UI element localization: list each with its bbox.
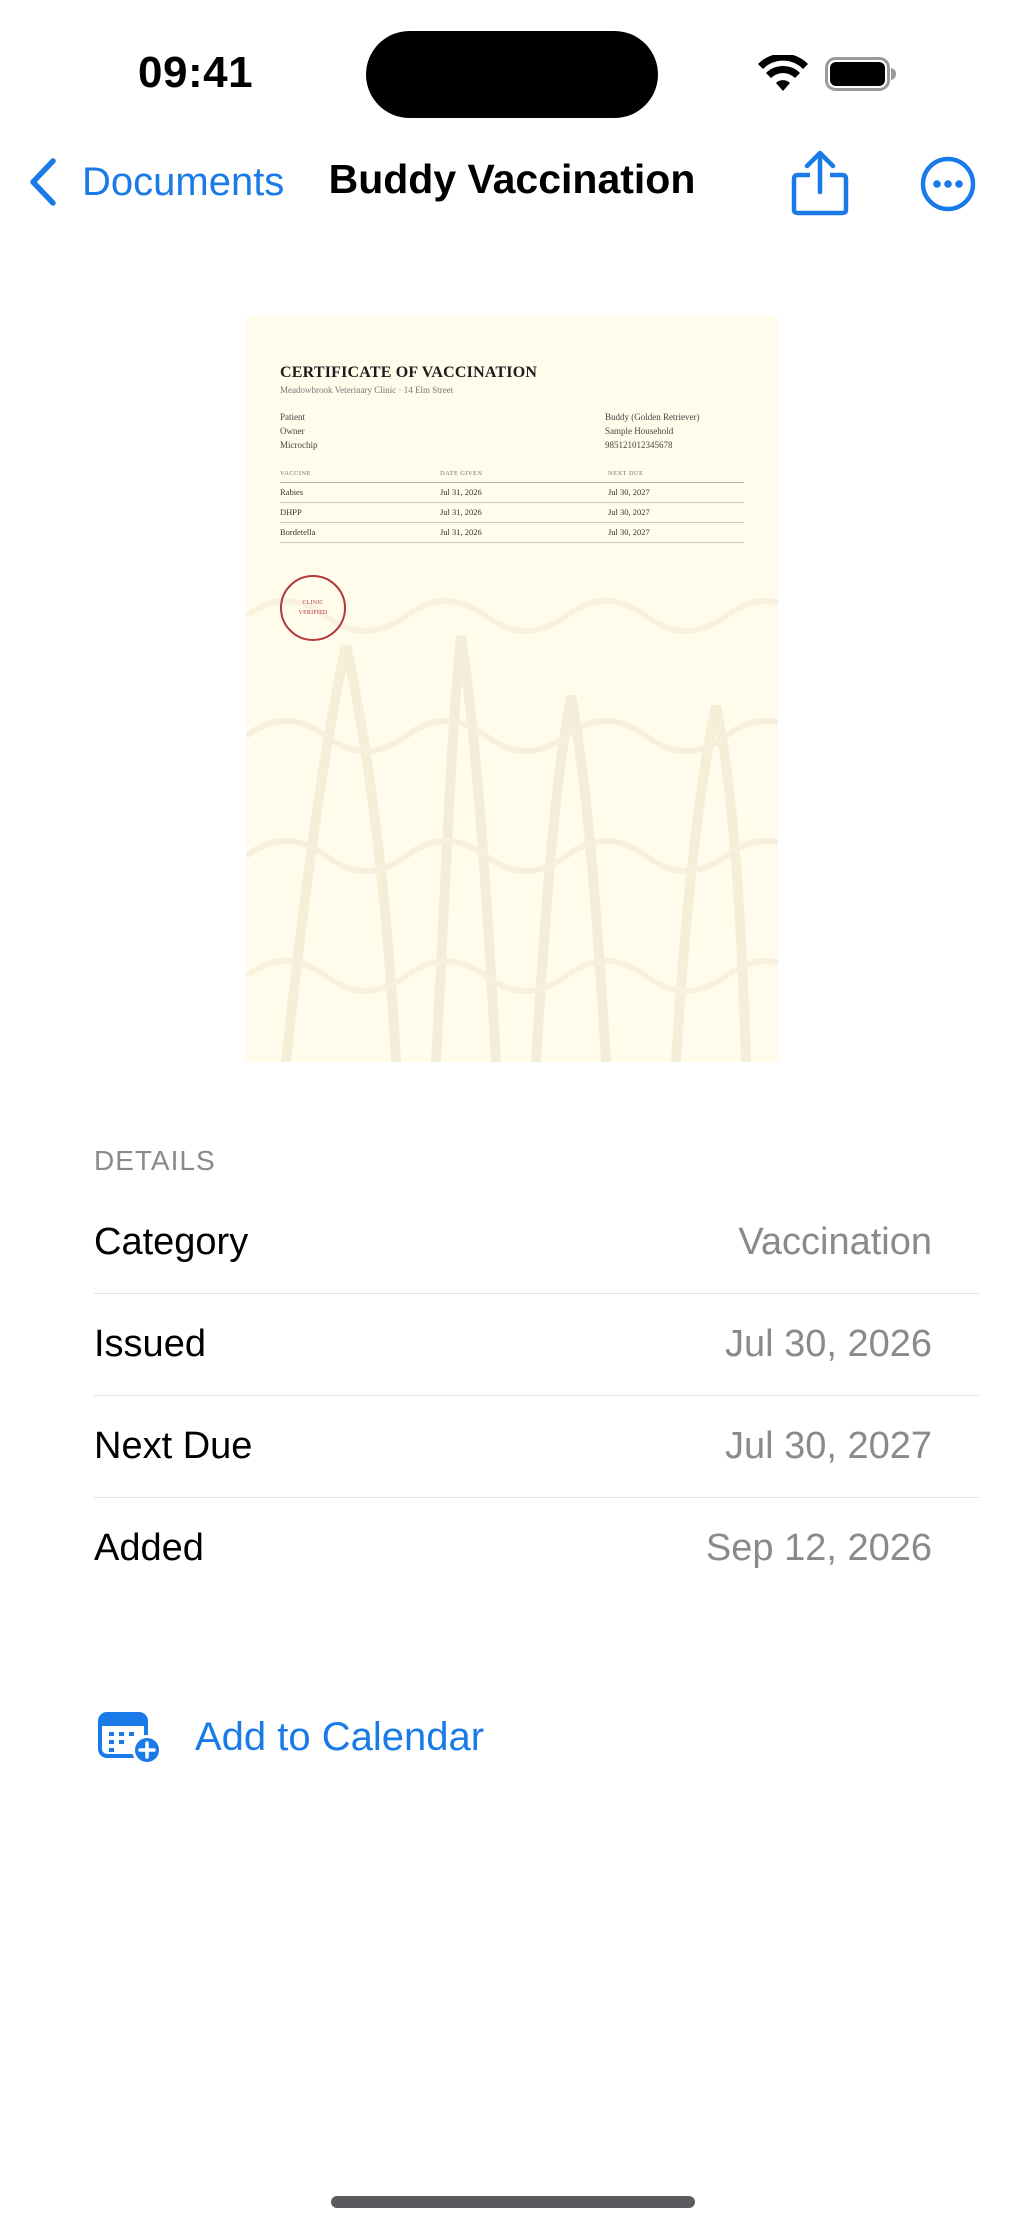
vaccine-table-header: Vaccine Date Given Next Due bbox=[280, 466, 744, 483]
battery-icon bbox=[825, 57, 896, 91]
ellipsis-circle-icon[interactable] bbox=[920, 156, 976, 212]
wifi-icon bbox=[758, 55, 808, 91]
detail-row-next-due: Next Due Jul 30, 2027 bbox=[94, 1396, 979, 1498]
info-row: Owner Sample Household bbox=[280, 426, 744, 440]
stamp-text: VERIFIED bbox=[298, 610, 328, 616]
vaccine-table: Vaccine Date Given Next Due Rabies Jul 3… bbox=[280, 466, 744, 543]
column-header: Vaccine bbox=[280, 470, 311, 477]
home-indicator[interactable] bbox=[331, 2196, 695, 2208]
table-row: DHPP Jul 31, 2026 Jul 30, 2027 bbox=[280, 503, 744, 523]
detail-row-category: Category Vaccination bbox=[94, 1192, 979, 1294]
details-list: Category Vaccination Issued Jul 30, 2026… bbox=[94, 1192, 979, 1599]
info-label: Owner bbox=[280, 426, 305, 436]
back-button[interactable]: Documents bbox=[26, 152, 284, 212]
certificate-subtitle: Meadowbrook Veterinary Clinic · 14 Elm S… bbox=[280, 385, 454, 395]
detail-row-added: Added Sep 12, 2026 bbox=[94, 1498, 979, 1599]
certificate-content: CERTIFICATE OF VACCINATION Meadowbrook V… bbox=[280, 364, 744, 641]
details-section-header: DETAILS bbox=[94, 1145, 216, 1176]
status-time: 09:41 bbox=[138, 48, 254, 97]
clinic-stamp: CLINIC VERIFIED bbox=[280, 575, 346, 641]
column-header: Next Due bbox=[608, 470, 644, 477]
column-header: Date Given bbox=[440, 470, 483, 477]
dynamic-island bbox=[366, 31, 658, 118]
vaccine-name: Bordetella bbox=[280, 527, 316, 537]
detail-value: Vaccination bbox=[738, 1221, 932, 1263]
next-due: Jul 30, 2027 bbox=[608, 507, 650, 517]
certificate-title: CERTIFICATE OF VACCINATION bbox=[280, 364, 538, 381]
info-value: 985121012345678 bbox=[605, 440, 673, 450]
next-due: Jul 30, 2027 bbox=[608, 487, 650, 497]
info-label: Patient bbox=[280, 412, 305, 422]
chevron-left-icon bbox=[30, 158, 56, 206]
add-to-calendar-label: Add to Calendar bbox=[195, 1714, 485, 1759]
detail-value: Jul 30, 2027 bbox=[724, 1425, 932, 1467]
info-row: Microchip 985121012345678 bbox=[280, 440, 744, 454]
info-label: Microchip bbox=[280, 440, 318, 450]
page-title: Buddy Vaccination bbox=[328, 156, 696, 202]
detail-value: Jul 30, 2026 bbox=[724, 1323, 932, 1365]
document-preview[interactable]: CERTIFICATE OF VACCINATION Meadowbrook V… bbox=[246, 316, 778, 1062]
vaccine-name: Rabies bbox=[280, 487, 304, 497]
date-given: Jul 31, 2026 bbox=[440, 507, 482, 517]
stamp-text: CLINIC bbox=[302, 600, 324, 606]
info-row: Patient Buddy (Golden Retriever) bbox=[280, 412, 744, 426]
certificate-info: Patient Buddy (Golden Retriever) Owner S… bbox=[280, 412, 744, 454]
info-value: Sample Household bbox=[605, 426, 674, 436]
detail-label: Category bbox=[94, 1221, 249, 1263]
add-to-calendar-button[interactable]: Add to Calendar bbox=[97, 1702, 484, 1772]
table-row: Bordetella Jul 31, 2026 Jul 30, 2027 bbox=[280, 523, 744, 543]
back-button-label: Documents bbox=[82, 159, 285, 204]
date-given: Jul 31, 2026 bbox=[440, 487, 482, 497]
detail-label: Next Due bbox=[94, 1425, 253, 1467]
calendar-add-icon bbox=[98, 1712, 162, 1765]
detail-label: Added bbox=[94, 1527, 204, 1569]
next-due: Jul 30, 2027 bbox=[608, 527, 650, 537]
info-value: Buddy (Golden Retriever) bbox=[605, 412, 700, 422]
table-row: Rabies Jul 31, 2026 Jul 30, 2027 bbox=[280, 483, 744, 503]
detail-value: Sep 12, 2026 bbox=[705, 1527, 932, 1569]
detail-row-issued: Issued Jul 30, 2026 bbox=[94, 1294, 979, 1396]
date-given: Jul 31, 2026 bbox=[440, 527, 482, 537]
detail-label: Issued bbox=[94, 1323, 206, 1365]
vaccine-name: DHPP bbox=[280, 507, 302, 517]
share-icon[interactable] bbox=[790, 150, 850, 216]
